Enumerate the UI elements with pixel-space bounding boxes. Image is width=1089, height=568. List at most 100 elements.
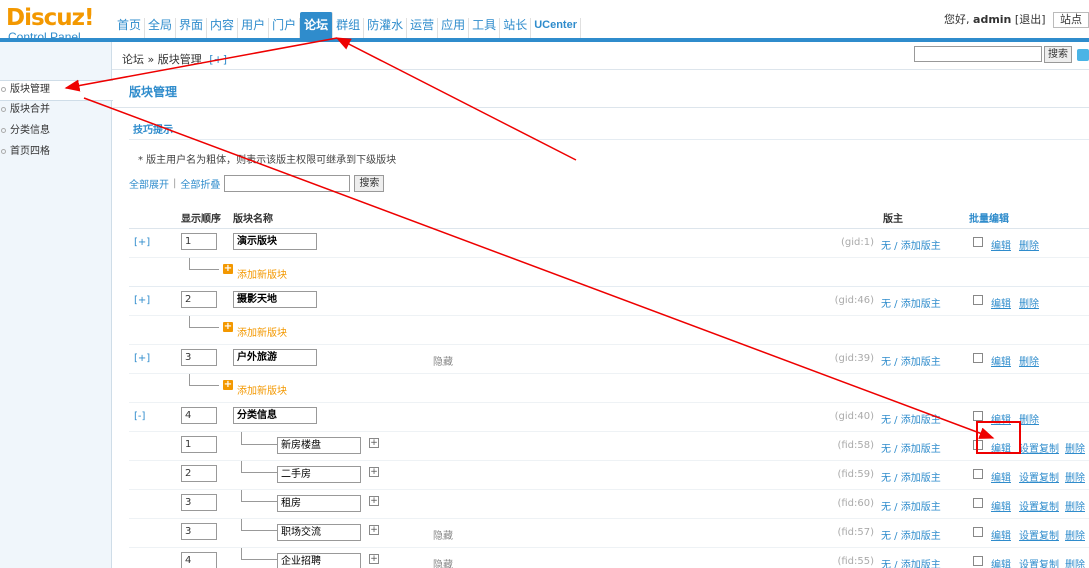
forum-search-button[interactable]: 搜索 — [354, 175, 385, 192]
nav-antispam[interactable]: 防灌水 — [364, 18, 408, 38]
nav-content[interactable]: 内容 — [207, 18, 239, 38]
forward-icon[interactable] — [1077, 49, 1089, 61]
edit-link[interactable]: 编辑 — [991, 527, 1011, 542]
nav-users[interactable]: 用户 — [238, 18, 270, 38]
sidebar-item-forum-manage[interactable]: 版块管理 — [0, 80, 113, 101]
add-subforum-icon[interactable]: + — [369, 467, 379, 477]
batch-checkbox[interactable] — [973, 527, 983, 537]
sidebar-item-classified-info[interactable]: 分类信息 — [0, 122, 112, 143]
batch-checkbox[interactable] — [973, 411, 983, 421]
nav-apps[interactable]: 应用 — [438, 18, 470, 38]
edit-link[interactable]: 编辑 — [991, 498, 1011, 513]
add-forum-link[interactable]: 添加新版块 — [237, 324, 287, 339]
collapse-all-link[interactable]: 全部折叠 — [180, 176, 220, 191]
order-input[interactable]: 3 — [181, 523, 217, 540]
site-home-button[interactable]: 站点 — [1053, 12, 1089, 28]
edit-link[interactable]: 编辑 — [991, 295, 1011, 310]
edit-link[interactable]: 编辑 — [991, 353, 1011, 368]
edit-link[interactable]: 编辑 — [991, 237, 1011, 252]
logout-link[interactable]: [退出] — [1015, 13, 1046, 26]
delete-link[interactable]: 删除 — [1065, 469, 1085, 484]
order-input[interactable]: 2 — [181, 291, 217, 308]
sidebar-item-forum-merge[interactable]: 版块合并 — [0, 101, 112, 122]
delete-link[interactable]: 删除 — [1065, 440, 1085, 455]
copy-settings-link[interactable]: 设置复制 — [1019, 440, 1059, 455]
forum-search-input[interactable] — [224, 175, 351, 192]
order-input[interactable]: 3 — [181, 494, 217, 511]
forum-name-input[interactable]: 职场交流 — [277, 524, 361, 541]
moderator-link[interactable]: 无 / 添加版主 — [881, 353, 941, 368]
edit-link[interactable]: 编辑 — [991, 469, 1011, 484]
moderator-link[interactable]: 无 / 添加版主 — [881, 498, 941, 513]
forum-name-input[interactable]: 租房 — [277, 495, 361, 512]
header-search-input[interactable] — [914, 46, 1042, 62]
nav-groups[interactable]: 群组 — [333, 18, 365, 38]
add-subforum-icon[interactable]: + — [369, 525, 379, 535]
nav-ucenter[interactable]: UCenter — [531, 18, 581, 38]
forum-name-input[interactable]: 摄影天地 — [233, 291, 317, 308]
forum-name-input[interactable]: 分类信息 — [233, 407, 317, 424]
batch-checkbox[interactable] — [973, 353, 983, 363]
toggle-button[interactable]: [+] — [134, 237, 150, 248]
moderator-link[interactable]: 无 / 添加版主 — [881, 440, 941, 455]
breadcrumb-add-link[interactable]: [+] — [209, 53, 227, 66]
order-input[interactable]: 2 — [181, 465, 217, 482]
expand-all-link[interactable]: 全部展开 — [129, 176, 169, 191]
delete-link[interactable]: 删除 — [1065, 527, 1085, 542]
toggle-button[interactable]: [+] — [134, 353, 150, 364]
batch-checkbox[interactable] — [973, 469, 983, 479]
nav-operation[interactable]: 运营 — [407, 18, 439, 38]
delete-link[interactable]: 删除 — [1065, 498, 1085, 513]
forum-name-input[interactable]: 企业招聘 — [277, 553, 361, 568]
delete-link[interactable]: 删除 — [1065, 556, 1085, 568]
batch-checkbox[interactable] — [973, 295, 983, 305]
delete-link[interactable]: 删除 — [1019, 411, 1039, 426]
copy-settings-link[interactable]: 设置复制 — [1019, 527, 1059, 542]
add-forum-icon[interactable]: + — [223, 264, 233, 274]
toggle-button[interactable]: [+] — [134, 295, 150, 306]
copy-settings-link[interactable]: 设置复制 — [1019, 498, 1059, 513]
sidebar-item-home-grid[interactable]: 首页四格 — [0, 143, 112, 164]
nav-portal[interactable]: 门户 — [269, 18, 301, 38]
add-forum-icon[interactable]: + — [223, 322, 233, 332]
forum-name-input[interactable]: 新房楼盘 — [277, 437, 361, 454]
moderator-link[interactable]: 无 / 添加版主 — [881, 411, 941, 426]
nav-forum[interactable]: 论坛 — [300, 12, 334, 38]
delete-link[interactable]: 删除 — [1019, 237, 1039, 252]
delete-link[interactable]: 删除 — [1019, 295, 1039, 310]
nav-home[interactable]: 首页 — [114, 18, 146, 38]
edit-link[interactable]: 编辑 — [991, 556, 1011, 568]
order-input[interactable]: 4 — [181, 552, 217, 568]
order-input[interactable]: 1 — [181, 436, 217, 453]
copy-settings-link[interactable]: 设置复制 — [1019, 556, 1059, 568]
moderator-link[interactable]: 无 / 添加版主 — [881, 527, 941, 542]
add-subforum-icon[interactable]: + — [369, 438, 379, 448]
moderator-link[interactable]: 无 / 添加版主 — [881, 469, 941, 484]
toggle-button[interactable]: [-] — [134, 411, 145, 422]
header-search-button[interactable]: 搜索 — [1044, 46, 1072, 63]
nav-tools[interactable]: 工具 — [469, 18, 501, 38]
moderator-link[interactable]: 无 / 添加版主 — [881, 295, 941, 310]
order-input[interactable]: 1 — [181, 233, 217, 250]
nav-admin[interactable]: 站长 — [500, 18, 532, 38]
delete-link[interactable]: 删除 — [1019, 353, 1039, 368]
nav-interface[interactable]: 界面 — [176, 18, 208, 38]
forum-name-input[interactable]: 户外旅游 — [233, 349, 317, 366]
order-input[interactable]: 4 — [181, 407, 217, 424]
add-forum-link[interactable]: 添加新版块 — [237, 382, 287, 397]
add-subforum-icon[interactable]: + — [369, 554, 379, 564]
order-input[interactable]: 3 — [181, 349, 217, 366]
batch-checkbox[interactable] — [973, 498, 983, 508]
nav-global[interactable]: 全局 — [145, 18, 177, 38]
batch-edit-link[interactable]: 批量编辑 — [969, 210, 1009, 225]
add-subforum-icon[interactable]: + — [369, 496, 379, 506]
batch-checkbox[interactable] — [973, 237, 983, 247]
moderator-link[interactable]: 无 / 添加版主 — [881, 237, 941, 252]
forum-name-input[interactable]: 演示版块 — [233, 233, 317, 250]
moderator-link[interactable]: 无 / 添加版主 — [881, 556, 941, 568]
add-forum-icon[interactable]: + — [223, 380, 233, 390]
batch-checkbox[interactable] — [973, 556, 983, 566]
add-forum-link[interactable]: 添加新版块 — [237, 266, 287, 281]
copy-settings-link[interactable]: 设置复制 — [1019, 469, 1059, 484]
forum-name-input[interactable]: 二手房 — [277, 466, 361, 483]
